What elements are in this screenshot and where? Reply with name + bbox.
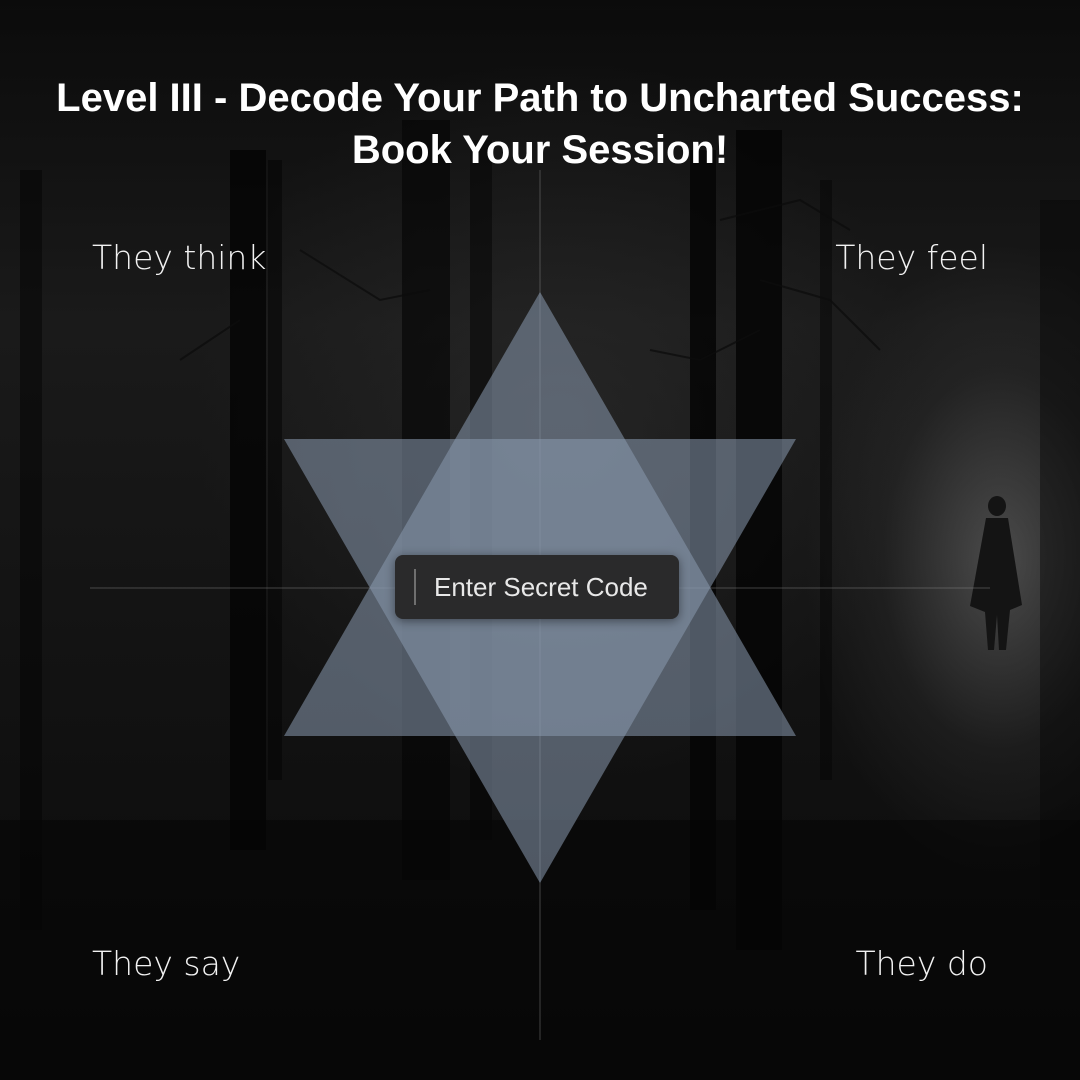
page-title: Level III - Decode Your Path to Uncharte… <box>0 72 1080 176</box>
quadrant-label-they-think: They think <box>92 238 267 277</box>
quadrant-label-they-do: They do <box>855 944 988 983</box>
standing-person-silhouette <box>970 496 1022 650</box>
title-line-1: Level III - Decode Your Path to Uncharte… <box>56 76 1024 120</box>
text-caret <box>414 569 416 605</box>
title-line-2: Book Your Session! <box>351 128 729 172</box>
poster: Level III - Decode Your Path to Uncharte… <box>0 0 1080 1080</box>
quadrant-label-they-say: They say <box>92 944 241 983</box>
quadrant-label-they-feel: They feel <box>835 238 988 277</box>
secret-code-field[interactable] <box>395 555 679 619</box>
secret-code-input[interactable] <box>434 555 674 619</box>
